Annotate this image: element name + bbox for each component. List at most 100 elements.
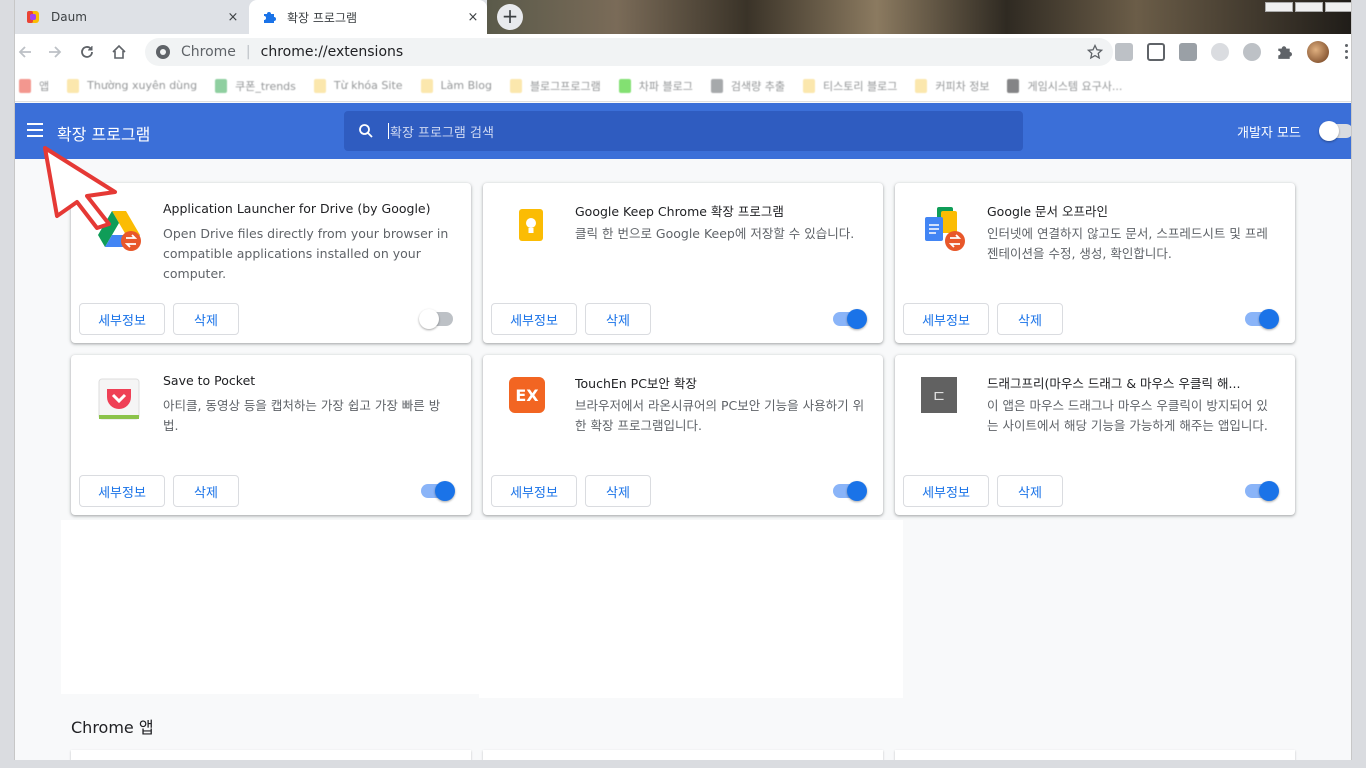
extensions-header: 확장 프로그램 확장 프로그램 검색 개발자 모드: [15, 103, 1351, 159]
extension-description: 클릭 한 번으로 Google Keep에 저장할 수 있습니다.: [575, 226, 855, 241]
remove-button[interactable]: 삭제: [173, 475, 239, 507]
folder-icon: [803, 78, 815, 93]
remove-button[interactable]: 삭제: [585, 303, 651, 335]
remove-button[interactable]: 삭제: [585, 475, 651, 507]
bookmark-item[interactable]: Thường xuyên dùng: [67, 78, 198, 93]
bookmark-item[interactable]: 티스토리 블로그: [803, 78, 897, 94]
browser-toolbar: Chrome | chrome://extensions: [15, 34, 1351, 70]
touchen-toolbar-icon[interactable]: [1179, 43, 1197, 61]
search-placeholder: 확장 프로그램 검색: [390, 125, 494, 141]
bookmark-item[interactable]: Từ khóa Site: [313, 78, 403, 93]
extension-card: ㄷ 드래그프리(마우스 드래그 & 마우스 우클릭 해... 이 앱은 마우스 …: [895, 355, 1295, 515]
bookmark-item[interactable]: 앱: [19, 78, 49, 94]
extension-card: Save to Pocket 아티클, 동영상 등을 캡처하는 가장 쉽고 가장…: [71, 355, 471, 515]
bookmark-item[interactable]: 쿠폰_trends: [215, 78, 296, 94]
omnibox-separator: |: [245, 44, 251, 60]
forward-icon[interactable]: [45, 42, 65, 62]
bookmark-label: 게임시스템 요구사...: [1027, 79, 1123, 93]
dark-icon: [1007, 78, 1020, 93]
tab-extensions[interactable]: 확장 프로그램 ×: [249, 0, 487, 34]
bookmark-item[interactable]: 차파 블로그: [618, 78, 693, 94]
search-input[interactable]: 확장 프로그램 검색: [344, 111, 1023, 151]
details-button[interactable]: 세부정보: [79, 303, 165, 335]
extensions-puzzle-icon[interactable]: [1275, 43, 1293, 61]
blank-area: [61, 520, 479, 694]
tabstrip-background: [487, 0, 1351, 34]
daum-icon: [25, 9, 41, 25]
red-arrow-pointer-icon: [43, 146, 117, 230]
bookmark-label: 블로그프로그램: [529, 79, 601, 93]
chrome-apps-heading: Chrome 앱: [71, 718, 154, 737]
new-tab-button[interactable]: +: [497, 4, 523, 30]
tab-strip: Daum × 확장 프로그램 × +: [15, 0, 1351, 34]
bookmark-item[interactable]: Làm Blog: [420, 78, 492, 93]
google-keep-icon: [519, 209, 543, 241]
enable-toggle[interactable]: [419, 309, 453, 329]
bookmark-label: Thường xuyên dùng: [87, 79, 198, 92]
keep-toolbar-icon[interactable]: [1115, 43, 1133, 61]
dev-mode-toggle[interactable]: [1319, 121, 1351, 141]
tab-title: 확장 프로그램: [287, 10, 358, 25]
dev-mode-label: 개발자 모드: [1237, 126, 1301, 141]
close-window-icon[interactable]: [1325, 2, 1351, 12]
window-controls: [1261, 0, 1351, 16]
bookmark-star-icon[interactable]: [1087, 44, 1103, 60]
remove-button[interactable]: 삭제: [997, 303, 1063, 335]
details-button[interactable]: 세부정보: [903, 303, 989, 335]
share-toolbar-icon[interactable]: [1243, 43, 1261, 61]
enable-toggle[interactable]: [1245, 481, 1279, 501]
bookmark-label: Làm Blog: [440, 79, 492, 92]
enable-toggle[interactable]: [833, 481, 867, 501]
extension-icons: [1115, 41, 1329, 63]
bookmark-item[interactable]: 커피차 정보: [915, 78, 989, 94]
enable-toggle[interactable]: [833, 309, 867, 329]
hamburger-menu-icon[interactable]: [27, 123, 43, 141]
site-name: Chrome: [181, 44, 236, 60]
details-button[interactable]: 세부정보: [903, 475, 989, 507]
minimize-icon[interactable]: [1265, 2, 1293, 12]
details-button[interactable]: 세부정보: [491, 303, 577, 335]
bookmark-item[interactable]: 게임시스템 요구사...: [1007, 78, 1122, 94]
url-text: chrome://extensions: [260, 44, 404, 60]
bookmark-label: 쿠폰_trends: [235, 79, 296, 93]
extension-description: 인터넷에 연결하지 않고도 문서, 스프레드시트 및 프레젠테이션을 수정, 생…: [987, 226, 1268, 261]
enable-toggle[interactable]: [1245, 309, 1279, 329]
pocket-toolbar-icon[interactable]: [1147, 43, 1165, 61]
enable-toggle[interactable]: [421, 481, 455, 501]
browser-menu-icon[interactable]: [1345, 44, 1349, 62]
pocket-icon: [98, 378, 140, 420]
close-tab-icon[interactable]: ×: [463, 10, 483, 25]
remove-button[interactable]: 삭제: [173, 303, 239, 335]
profile-avatar[interactable]: [1307, 41, 1329, 63]
blank-area: [479, 520, 903, 698]
address-bar[interactable]: Chrome | chrome://extensions: [145, 38, 1113, 66]
bookmark-label: 차파 블로그: [638, 79, 693, 93]
close-tab-icon[interactable]: ×: [223, 10, 243, 25]
dragfree-icon: ㄷ: [921, 377, 957, 413]
chrome-site-icon: [156, 45, 170, 59]
maximize-icon[interactable]: [1295, 2, 1323, 12]
back-icon[interactable]: [15, 42, 35, 62]
home-icon[interactable]: [109, 42, 129, 62]
bookmark-label: 검색량 추출: [730, 79, 785, 93]
extension-name: Google Keep Chrome 확장 프로그램: [575, 204, 784, 219]
reload-icon[interactable]: [77, 42, 97, 62]
remove-button[interactable]: 삭제: [997, 475, 1063, 507]
app-card: [71, 750, 471, 760]
google-docs-icon: [925, 207, 965, 251]
bookmark-item[interactable]: 블로그프로그램: [509, 78, 601, 94]
green-icon: [215, 78, 228, 93]
details-button[interactable]: 세부정보: [491, 475, 577, 507]
extension-name: 드래그프리(마우스 드래그 & 마우스 우클릭 해...: [987, 376, 1241, 391]
extension-description: 이 앱은 마우스 드래그나 마우스 우클릭이 방지되어 있는 사이트에서 해당 …: [987, 398, 1268, 433]
extension-card: Google 문서 오프라인 인터넷에 연결하지 않고도 문서, 스프레드시트 …: [895, 183, 1295, 343]
mouse-toolbar-icon[interactable]: [1211, 43, 1229, 61]
app-card: [483, 750, 883, 760]
bookmark-item[interactable]: 검색량 추출: [710, 78, 785, 94]
page-title: 확장 프로그램: [57, 125, 151, 144]
tab-daum[interactable]: Daum ×: [15, 0, 247, 34]
extension-description: 아티클, 동영상 등을 캡처하는 가장 쉽고 가장 빠른 방법.: [163, 398, 441, 433]
bookmarks-bar: 앱 Thường xuyên dùng 쿠폰_trends Từ khóa Site L…: [15, 70, 1351, 102]
chat-icon: [618, 78, 631, 93]
details-button[interactable]: 세부정보: [79, 475, 165, 507]
